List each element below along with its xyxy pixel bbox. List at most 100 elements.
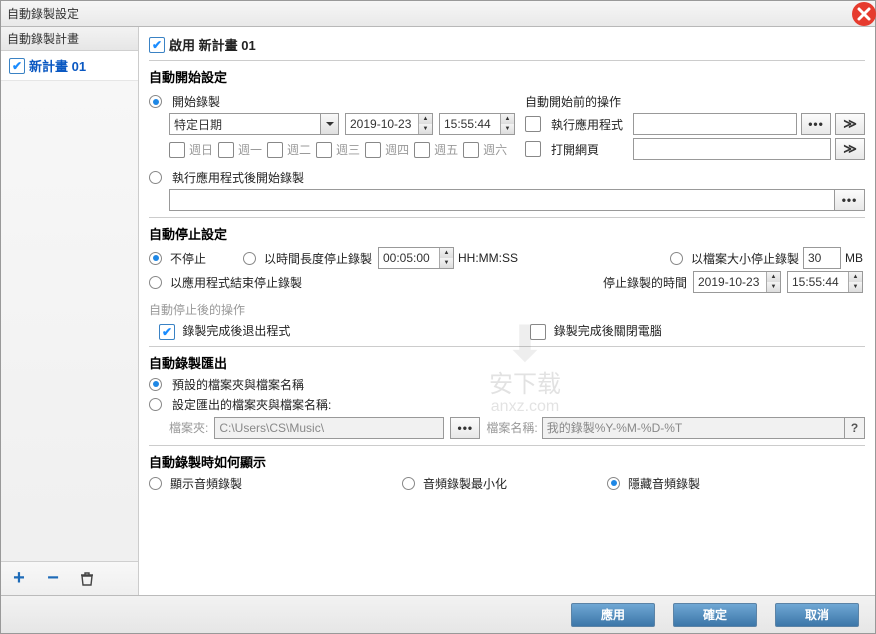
ok-label: 確定	[703, 606, 727, 623]
weekday-row: 週日 週一 週二 週三 週四 週五 週六	[169, 141, 515, 158]
down-icon[interactable]: ▼	[440, 258, 453, 268]
start-date-value: 2019-10-23	[350, 117, 411, 131]
quit-after-checkbox[interactable]	[159, 324, 175, 340]
filename-help-button[interactable]: ?	[844, 418, 864, 438]
start-time-field[interactable]: 15:55:44 ▲▼	[439, 113, 515, 135]
pre-op-title: 自動開始前的操作	[525, 93, 621, 110]
weekday-sun-checkbox[interactable]	[169, 142, 185, 158]
titlebar: 自動錄製設定	[1, 1, 875, 27]
folder-browse-button[interactable]: •••	[450, 417, 480, 439]
stop-time-field[interactable]: 15:55:44 ▲▼	[787, 271, 863, 293]
up-icon[interactable]: ▲	[501, 114, 514, 124]
start-after-app-browse-button[interactable]: •••	[835, 189, 865, 211]
divider	[149, 217, 865, 218]
start-after-app-input[interactable]	[169, 189, 835, 211]
radio-export-custom[interactable]	[149, 398, 162, 411]
start-time-value: 15:55:44	[444, 117, 491, 131]
weekday-thu-label: 週四	[385, 141, 409, 158]
radio-display-show[interactable]	[149, 477, 162, 490]
open-web-url-input[interactable]	[633, 138, 831, 160]
folder-label: 檔案夾:	[169, 419, 208, 436]
export-default-row: 預設的檔案夾與檔案名稱	[149, 376, 865, 393]
radio-no-stop[interactable]	[149, 252, 162, 265]
shutdown-after-checkbox[interactable]	[530, 324, 546, 340]
weekday-tue-checkbox[interactable]	[267, 142, 283, 158]
enable-plan-checkbox[interactable]	[149, 37, 165, 53]
display-minimize-label: 音頻錄製最小化	[423, 475, 507, 492]
cancel-button[interactable]: 取消	[775, 603, 859, 627]
up-icon[interactable]: ▲	[849, 272, 862, 282]
close-button[interactable]	[849, 0, 876, 29]
folder-value: C:\Users\CS\Music\	[219, 421, 324, 435]
apply-button[interactable]: 應用	[571, 603, 655, 627]
up-icon[interactable]: ▲	[419, 114, 432, 124]
run-app-browse-button[interactable]: •••	[801, 113, 831, 135]
radio-export-default[interactable]	[149, 378, 162, 391]
filename-input[interactable]: 我的錄製%Y-%M-%D-%T ?	[542, 417, 865, 439]
radio-display-minimize[interactable]	[402, 477, 415, 490]
chevron-down-icon	[320, 114, 338, 134]
filename-label: 檔案名稱:	[486, 419, 537, 436]
remove-plan-button[interactable]: −	[43, 569, 63, 589]
stop-length-hint: HH:MM:SS	[458, 251, 518, 265]
start-date-field[interactable]: 2019-10-23 ▲▼	[345, 113, 433, 135]
add-plan-button[interactable]: +	[9, 569, 29, 589]
run-app-label: 執行應用程式	[551, 116, 627, 133]
radio-display-hide[interactable]	[607, 477, 620, 490]
ellipsis-icon: •••	[458, 421, 474, 435]
weekday-fri-checkbox[interactable]	[414, 142, 430, 158]
after-stop-title: 自動停止後的操作	[149, 301, 865, 318]
sidebar-item-label: 新計畫 01	[29, 56, 86, 75]
plan-enabled-checkbox[interactable]	[9, 58, 25, 74]
close-icon	[849, 0, 876, 29]
radio-start-recording[interactable]	[149, 95, 162, 108]
stop-by-app-end-label: 以應用程式結束停止錄製	[170, 274, 302, 291]
run-app-checkbox[interactable]	[525, 116, 541, 132]
delete-plan-button[interactable]	[77, 569, 97, 589]
autostart-two-col: 開始錄製 特定日期 2019-10-23 ▲▼ 15:55:44	[149, 90, 865, 163]
ok-button[interactable]: 確定	[673, 603, 757, 627]
sidebar-item-plan-01[interactable]: 新計畫 01	[1, 51, 138, 81]
filename-value: 我的錄製%Y-%M-%D-%T	[547, 419, 683, 436]
weekday-sat-checkbox[interactable]	[463, 142, 479, 158]
run-app-path-input[interactable]	[633, 113, 797, 135]
chevron-right-icon: ≫	[843, 116, 857, 132]
start-after-app-label: 執行應用程式後開始錄製	[172, 169, 304, 186]
export-custom-label: 設定匯出的檔案夾與檔案名稱:	[172, 396, 331, 413]
up-icon[interactable]: ▲	[440, 248, 453, 258]
pre-op-run-app-row: 執行應用程式 ••• ≫	[525, 113, 865, 135]
weekday-mon-label: 週一	[238, 141, 262, 158]
body: 自動錄製計畫 新計畫 01 + −	[1, 27, 875, 595]
section-display-title: 自動錄製時如何顯示	[149, 452, 865, 471]
open-web-expand-button[interactable]: ≫	[835, 138, 865, 160]
weekday-tue-label: 週二	[287, 141, 311, 158]
stop-length-field[interactable]: 00:05:00 ▲▼	[378, 247, 454, 269]
down-icon[interactable]: ▼	[767, 282, 780, 292]
stop-date-field[interactable]: 2019-10-23 ▲▼	[693, 271, 781, 293]
radio-stop-by-app-end[interactable]	[149, 276, 162, 289]
weekday-wed-checkbox[interactable]	[316, 142, 332, 158]
quit-after-label: 錄製完成後退出程式	[182, 324, 290, 338]
stop-size-input[interactable]: 30	[803, 247, 841, 269]
weekday-thu-checkbox[interactable]	[365, 142, 381, 158]
weekday-mon-checkbox[interactable]	[218, 142, 234, 158]
plus-icon: +	[13, 567, 25, 590]
folder-input[interactable]: C:\Users\CS\Music\	[214, 417, 444, 439]
run-app-expand-button[interactable]: ≫	[835, 113, 865, 135]
open-web-checkbox[interactable]	[525, 141, 541, 157]
up-icon[interactable]: ▲	[767, 272, 780, 282]
down-icon[interactable]: ▼	[501, 124, 514, 134]
date-mode-select[interactable]: 特定日期	[169, 113, 339, 135]
down-icon[interactable]: ▼	[419, 124, 432, 134]
radio-stop-by-length[interactable]	[243, 252, 256, 265]
window-title: 自動錄製設定	[7, 5, 79, 22]
stop-time-value: 15:55:44	[792, 275, 839, 289]
sidebar: 自動錄製計畫 新計畫 01 + −	[1, 27, 139, 595]
radio-start-after-app[interactable]	[149, 171, 162, 184]
pre-op-title-row: 自動開始前的操作	[525, 93, 865, 110]
down-icon[interactable]: ▼	[849, 282, 862, 292]
window: 自動錄製設定 自動錄製計畫 新計畫 01 + −	[0, 0, 876, 634]
start-recording-label: 開始錄製	[172, 93, 220, 110]
radio-stop-by-size[interactable]	[670, 252, 683, 265]
chevron-right-icon: ≫	[843, 141, 857, 157]
